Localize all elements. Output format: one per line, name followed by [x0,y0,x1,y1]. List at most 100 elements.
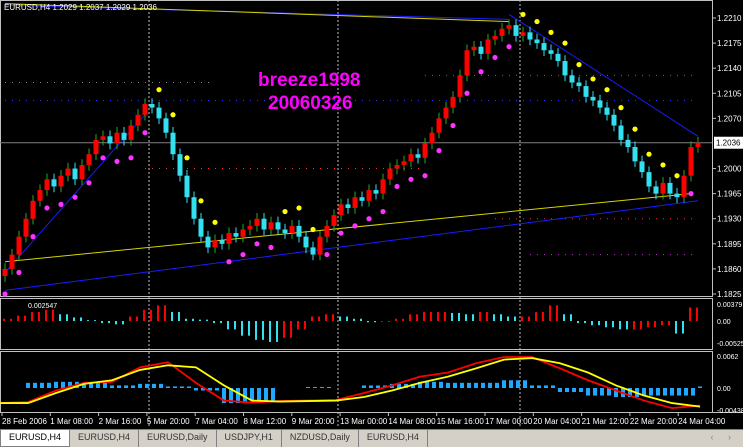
candle-34 [241,229,246,236]
candle-36 [255,219,260,226]
candle-95 [668,183,673,194]
candle-59 [416,154,421,158]
candle-41 [290,226,295,233]
sar-dot [408,177,413,182]
candle-83 [584,86,589,97]
candle-74 [521,32,526,36]
sar-dot [296,205,301,210]
tab-eurusd-daily[interactable]: EURUSD,Daily [139,430,217,447]
candle-68 [479,47,484,54]
candle-61 [430,133,435,144]
sar-dot [226,259,231,264]
sar-dot [534,19,539,24]
sar-dot [170,112,175,117]
candle-32 [227,233,232,244]
sar-dot [576,62,581,67]
sar-dot [520,12,525,17]
tab-nzdusd-daily[interactable]: NZDUSD,Daily [282,430,359,447]
candle-66 [465,50,470,75]
sar-dot [646,152,651,157]
price-tick-label: 1.2105 [717,89,742,98]
candle-84 [591,97,596,101]
watermark-name: breeze1998 [258,70,360,92]
sar-dot [394,184,399,189]
time-tick-label: 15 Mar 16:00 [437,417,485,426]
candle-2 [17,237,22,255]
candle-55 [388,169,393,180]
sar-dot [590,76,595,81]
macd-tick-label: 0.0062 [717,354,739,361]
candle-56 [395,165,400,169]
candle-13 [94,140,99,154]
macd-line-macd [0,357,700,408]
candle-94 [661,183,666,194]
candle-27 [192,197,197,219]
candle-91 [640,161,645,172]
tab-eurusd-h4[interactable]: EURUSD,H4 [0,430,70,447]
tab-scroll-arrows[interactable]: ‹ › [705,430,743,447]
time-tick-label: 1 Mar 08:00 [50,417,93,426]
candle-20 [143,104,148,115]
candle-89 [626,140,631,147]
sar-dot [562,40,567,45]
tab-eurusd-h4-3[interactable]: EURUSD,H4 [359,430,428,447]
time-tick-label: 20 Mar 04:00 [533,417,581,426]
candle-12 [87,154,92,165]
candle-78 [549,50,554,54]
candle-43 [304,237,309,248]
sar-dot [422,173,427,178]
sar-dot [324,252,329,257]
macd-tick-label: 0.00 [717,386,731,393]
sar-dot [632,127,637,132]
candle-52 [367,190,372,201]
price-tick-label: 1.2070 [717,114,742,123]
sar-dot [436,148,441,153]
candle-81 [570,75,575,82]
tab-usdjpy-h1[interactable]: USDJPY,H1 [217,430,282,447]
sar-dot [128,155,133,160]
sar-dot [240,252,245,257]
candle-3 [24,219,29,237]
candle-17 [122,133,127,140]
price-tick-label: 1.2175 [717,39,742,48]
oscillator-top-label: 0.002547 [28,303,57,310]
candle-22 [157,108,162,119]
sar-dot [492,55,497,60]
time-tick-label: 28 Feb 2006 [2,417,47,426]
candle-48 [339,204,344,215]
osc-tick-label: 0.00 [717,319,731,326]
sar-dot [86,180,91,185]
tab-eurusd-h4-2[interactable]: EURUSD,H4 [70,430,139,447]
candle-82 [577,83,582,87]
time-tick-label: 5 Mar 20:00 [147,417,190,426]
price-tick-label: 1.2140 [717,64,742,73]
candle-60 [423,143,428,157]
sar-dot [2,291,7,296]
sar-dot [366,216,371,221]
sar-dot [380,209,385,214]
candle-54 [381,179,386,193]
sar-dot [506,44,511,49]
candle-92 [647,172,652,186]
sar-dot [100,155,105,160]
chart-canvas[interactable]: 1.22101.21751.21401.21051.20701.20361.20… [0,0,743,446]
sar-dot [212,220,217,225]
price-tick-label: 1.2210 [717,14,742,23]
candle-96 [675,194,680,198]
sar-dot [548,30,553,35]
candle-47 [332,215,337,226]
watermark-date: 20060326 [268,93,353,115]
candle-86 [605,108,610,115]
candle-90 [633,147,638,161]
candle-53 [374,190,379,194]
sar-dot [478,69,483,74]
sar-dot [604,87,609,92]
candle-6 [45,179,50,190]
candle-30 [213,240,218,247]
candle-33 [234,233,239,237]
candle-23 [164,118,169,132]
candle-76 [535,40,540,44]
sar-dot [142,130,147,135]
chart-window[interactable]: 1.22101.21751.21401.21051.20701.20361.20… [0,0,743,446]
candle-93 [654,186,659,193]
